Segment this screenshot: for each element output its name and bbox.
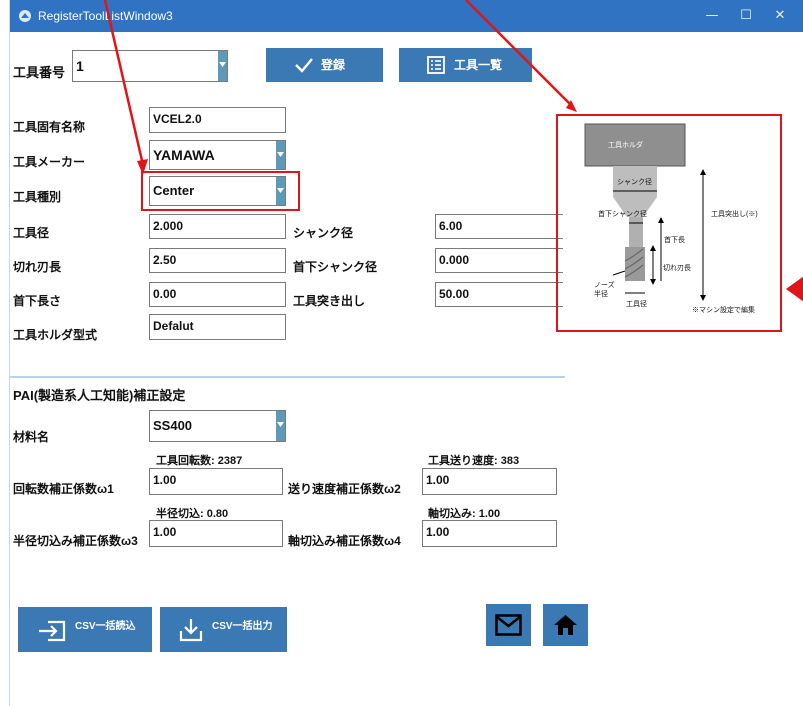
- radial-info: 半径切込: 0.80: [156, 508, 229, 520]
- pai-section-title: PAI(製造系人工知能)補正設定: [13, 388, 186, 403]
- mail-icon: [495, 614, 522, 636]
- axial-info: 軸切込み: 1.00: [428, 508, 501, 520]
- radial-coef-label: 半径切込み補正係数ω3: [13, 534, 138, 548]
- material-label: 材料名: [13, 430, 50, 444]
- feed-coef-label: 送り速度補正係数ω2: [288, 482, 401, 496]
- mail-button[interactable]: [486, 604, 531, 646]
- axial-coef-field[interactable]: 1.00: [422, 520, 557, 547]
- csv-export-label: CSV一括出力: [212, 621, 273, 632]
- radial-coef-field[interactable]: 1.00: [149, 520, 283, 547]
- material-combo[interactable]: SS400: [149, 410, 286, 442]
- chevron-down-icon: [277, 422, 284, 427]
- material-dropdown[interactable]: [276, 411, 285, 441]
- feed-info: 工具送り速度: 383: [428, 455, 520, 467]
- annotation-arrows: [103, 0, 803, 302]
- home-icon: [554, 615, 577, 635]
- rpm-info: 工具回転数: 2387: [156, 455, 243, 467]
- import-icon: [39, 620, 66, 642]
- csv-export-button[interactable]: CSV一括出力: [160, 607, 287, 652]
- app-window: RegisterToolListWindow3 — ☐ ✕ 工具番号 1 登録 …: [9, 0, 803, 706]
- axial-coef-label: 軸切込み補正係数ω4: [288, 534, 401, 548]
- csv-import-button[interactable]: CSV一括読込: [18, 607, 152, 652]
- feed-coef-field[interactable]: 1.00: [422, 468, 557, 495]
- csv-import-label: CSV一括読込: [75, 621, 136, 632]
- home-button[interactable]: [543, 604, 588, 646]
- rpm-coef-label: 回転数補正係数ω1: [13, 482, 114, 496]
- section-divider: [10, 376, 565, 378]
- rpm-coef-field[interactable]: 1.00: [149, 468, 283, 495]
- material-value: SS400: [153, 418, 193, 433]
- download-icon: [179, 619, 203, 642]
